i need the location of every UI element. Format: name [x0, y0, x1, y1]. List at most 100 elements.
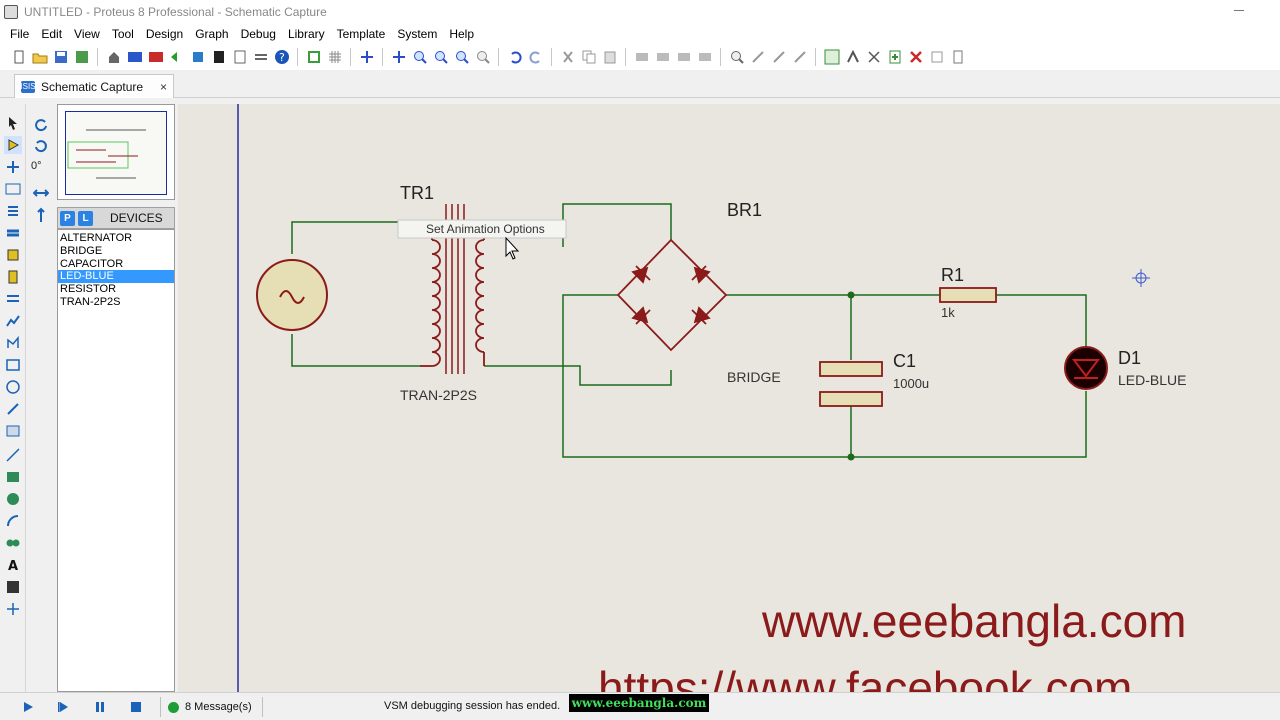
refresh-icon[interactable] — [305, 48, 323, 66]
search-tag-icon[interactable] — [844, 48, 862, 66]
minimize-icon[interactable] — [1232, 4, 1246, 18]
wire-autorouter-icon[interactable] — [823, 48, 841, 66]
block-copy-icon[interactable] — [633, 48, 651, 66]
tape-recorder-icon[interactable] — [4, 334, 22, 352]
capacitor-symbol[interactable] — [819, 361, 883, 407]
copy-icon[interactable] — [580, 48, 598, 66]
device-pins-icon[interactable] — [4, 290, 22, 308]
menu-library[interactable]: Library — [282, 27, 331, 41]
undo-icon[interactable] — [506, 48, 524, 66]
buses-icon[interactable] — [4, 224, 22, 242]
device-item-led-blue[interactable]: LED-BLUE — [58, 270, 174, 284]
zoom-in-icon[interactable] — [411, 48, 429, 66]
design-explorer-icon[interactable] — [231, 48, 249, 66]
pause-icon[interactable] — [93, 700, 107, 714]
bridge-rectifier-symbol[interactable] — [616, 238, 728, 352]
generator-icon[interactable] — [4, 356, 22, 374]
zoom-area-icon[interactable] — [474, 48, 492, 66]
menu-edit[interactable]: Edit — [35, 27, 68, 41]
path-tool-icon[interactable] — [4, 534, 22, 552]
pick-from-library-button[interactable]: P — [60, 210, 75, 226]
pick-device-icon[interactable] — [728, 48, 746, 66]
selection-mode-icon[interactable] — [4, 114, 22, 132]
redo-icon[interactable] — [527, 48, 545, 66]
junction-dot-icon[interactable] — [4, 158, 22, 176]
3d-view-icon[interactable] — [168, 48, 186, 66]
menu-graph[interactable]: Graph — [189, 27, 234, 41]
led-symbol[interactable] — [1064, 346, 1108, 390]
alternator-symbol[interactable] — [256, 259, 328, 331]
close-tab-icon[interactable]: × — [160, 80, 167, 94]
step-icon[interactable] — [57, 700, 71, 714]
package-tool-icon[interactable] — [770, 48, 788, 66]
netlist-icon[interactable] — [252, 48, 270, 66]
import-icon[interactable] — [73, 48, 91, 66]
exit-to-parent-icon[interactable] — [928, 48, 946, 66]
library-manager-button[interactable]: L — [78, 210, 93, 226]
message-count[interactable]: 8 Message(s) — [168, 699, 252, 715]
menu-help[interactable]: Help — [443, 27, 480, 41]
home-icon[interactable] — [105, 48, 123, 66]
report-icon[interactable] — [949, 48, 967, 66]
grid-icon[interactable] — [326, 48, 344, 66]
stop-icon[interactable] — [129, 700, 143, 714]
schematic-icon[interactable] — [126, 48, 144, 66]
help-icon[interactable]: ? — [273, 48, 291, 66]
device-item-capacitor[interactable]: CAPACITOR — [58, 258, 174, 271]
pcb-icon[interactable] — [147, 48, 165, 66]
menu-design[interactable]: Design — [140, 27, 189, 41]
block-delete-icon[interactable] — [696, 48, 714, 66]
menu-system[interactable]: System — [391, 27, 443, 41]
terminals-icon[interactable] — [4, 268, 22, 286]
device-item-bridge[interactable]: BRIDGE — [58, 245, 174, 258]
text-script-icon[interactable] — [4, 202, 22, 220]
zoom-all-icon[interactable] — [453, 48, 471, 66]
decompose-icon[interactable] — [791, 48, 809, 66]
remove-sheet-icon[interactable] — [907, 48, 925, 66]
graph-mode-icon[interactable] — [4, 312, 22, 330]
overview-window[interactable] — [57, 104, 175, 200]
block-rotate-icon[interactable] — [675, 48, 693, 66]
schematic-canvas[interactable]: TR1 TRAN-2P2S BR1 BRIDGE R1 1k C1 1000u … — [178, 104, 1280, 692]
tab-schematic-capture[interactable]: ISIS Schematic Capture × — [14, 74, 174, 98]
wire-label-icon[interactable] — [4, 180, 22, 198]
box-tool-icon[interactable] — [4, 468, 22, 486]
save-icon[interactable] — [52, 48, 70, 66]
component-mode-icon[interactable] — [4, 136, 22, 154]
gerber-icon[interactable] — [189, 48, 207, 66]
menu-view[interactable]: View — [68, 27, 106, 41]
bom-icon[interactable] — [210, 48, 228, 66]
arc-tool-icon[interactable] — [4, 512, 22, 530]
new-file-icon[interactable] — [10, 48, 28, 66]
circle-tool-icon[interactable] — [4, 490, 22, 508]
open-folder-icon[interactable] — [31, 48, 49, 66]
play-icon[interactable] — [21, 700, 35, 714]
device-item-alternator[interactable]: ALTERNATOR — [58, 232, 174, 245]
rotate-anticlockwise-icon[interactable] — [32, 137, 50, 155]
menu-tool[interactable]: Tool — [106, 27, 140, 41]
current-probe-icon[interactable] — [4, 400, 22, 418]
paste-icon[interactable] — [601, 48, 619, 66]
origin-icon[interactable] — [358, 48, 376, 66]
menu-template[interactable]: Template — [331, 27, 392, 41]
new-sheet-icon[interactable] — [886, 48, 904, 66]
resistor-symbol[interactable] — [939, 287, 997, 303]
property-tool-icon[interactable] — [865, 48, 883, 66]
text-tool-icon[interactable]: A — [4, 556, 22, 574]
make-device-icon[interactable] — [749, 48, 767, 66]
rotation-angle[interactable]: 0° — [31, 160, 42, 172]
zoom-out-icon[interactable] — [432, 48, 450, 66]
symbol-tool-icon[interactable] — [4, 578, 22, 596]
pan-icon[interactable] — [390, 48, 408, 66]
marker-tool-icon[interactable] — [4, 600, 22, 618]
block-move-icon[interactable] — [654, 48, 672, 66]
rotate-clockwise-icon[interactable] — [32, 116, 50, 134]
mirror-horizontal-icon[interactable] — [32, 184, 50, 202]
voltage-probe-icon[interactable] — [4, 378, 22, 396]
mirror-vertical-icon[interactable] — [32, 206, 50, 224]
line-tool-icon[interactable] — [4, 446, 22, 464]
device-item-tran-2p2s[interactable]: TRAN-2P2S — [58, 296, 174, 309]
menu-debug[interactable]: Debug — [235, 27, 282, 41]
subcircuit-icon[interactable] — [4, 246, 22, 264]
cut-icon[interactable] — [559, 48, 577, 66]
